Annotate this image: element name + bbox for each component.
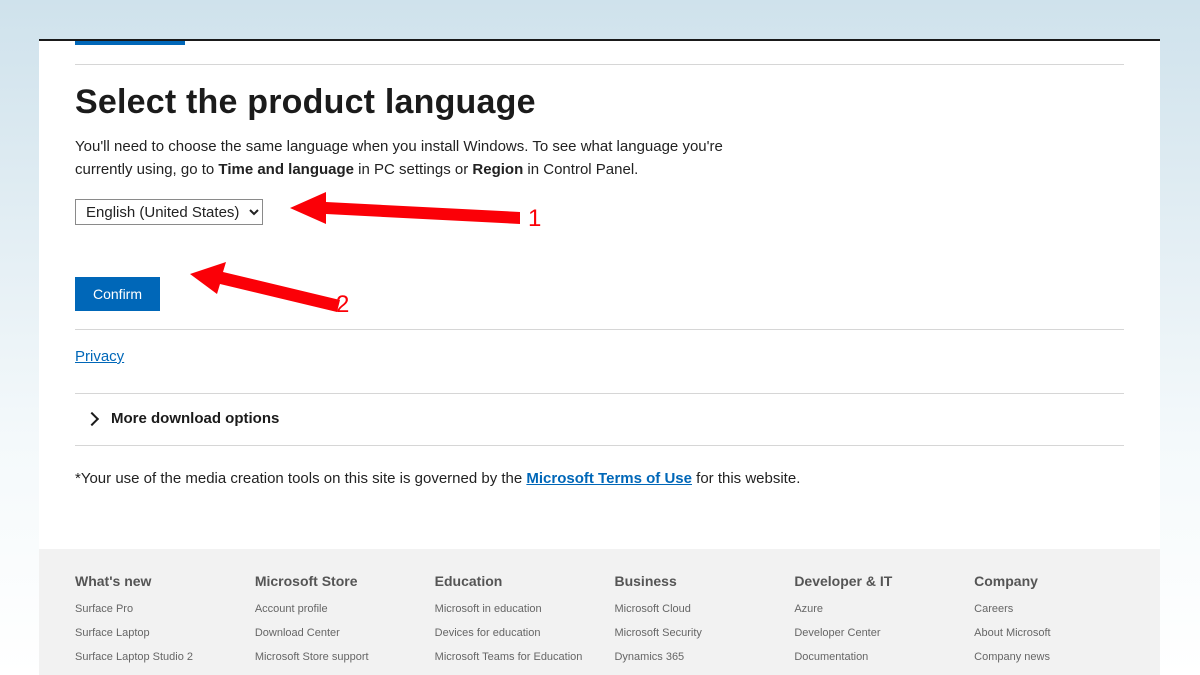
site-footer: What's new Surface Pro Surface Laptop Surfa… [39, 549, 1160, 675]
instruction-text: You'll need to choose the same language … [75, 136, 735, 181]
footer-column: Microsoft Store Account profile Download C… [255, 573, 405, 675]
footer-link[interactable]: Microsoft Teams for Education [435, 651, 585, 663]
chevron-right-icon [85, 411, 99, 425]
footer-heading: Business [614, 573, 764, 589]
footer-column: Education Microsoft in education Devices f… [435, 573, 585, 675]
footer-heading: Developer & IT [794, 573, 944, 589]
footer-link[interactable]: Surface Pro [75, 603, 225, 615]
footer-link[interactable]: About Microsoft [974, 627, 1124, 639]
confirm-button[interactable]: Confirm [75, 277, 160, 311]
terms-footnote: *Your use of the media creation tools on… [75, 470, 1124, 487]
divider [75, 329, 1124, 330]
footer-link[interactable]: Devices for education [435, 627, 585, 639]
footer-link[interactable]: Microsoft Cloud [614, 603, 764, 615]
desc-bold-region: Region [472, 161, 523, 178]
footer-heading: Company [974, 573, 1124, 589]
footer-link[interactable]: Account profile [255, 603, 405, 615]
footer-link[interactable]: Surface Laptop [75, 627, 225, 639]
footer-link[interactable]: Microsoft Security [614, 627, 764, 639]
page-container: Select the product language You'll need … [39, 39, 1160, 675]
footer-link[interactable]: Careers [974, 603, 1124, 615]
desc-bold-time-language: Time and language [218, 161, 354, 178]
footer-heading: What's new [75, 573, 225, 589]
footer-column: Developer & IT Azure Developer Center Docum… [794, 573, 944, 675]
footer-column: Business Microsoft Cloud Microsoft Securit… [614, 573, 764, 675]
footer-link[interactable]: Developer Center [794, 627, 944, 639]
footer-column: What's new Surface Pro Surface Laptop Surfa… [75, 573, 225, 675]
footer-heading: Microsoft Store [255, 573, 405, 589]
footnote-text: *Your use of the media creation tools on… [75, 470, 526, 487]
privacy-link[interactable]: Privacy [75, 348, 124, 365]
footer-link[interactable]: Azure [794, 603, 944, 615]
expander-label: More download options [111, 410, 279, 427]
language-select[interactable]: English (United States) [75, 199, 263, 225]
footer-link[interactable]: Surface Laptop Studio 2 [75, 651, 225, 663]
desc-text: in Control Panel. [523, 161, 638, 178]
footer-link[interactable]: Download Center [255, 627, 405, 639]
divider [75, 64, 1124, 65]
footer-heading: Education [435, 573, 585, 589]
page-title: Select the product language [75, 83, 1124, 122]
language-select-wrap: English (United States) [75, 199, 263, 225]
footer-column: Company Careers About Microsoft Company new… [974, 573, 1124, 675]
active-tab-indicator [75, 41, 185, 45]
footer-link[interactable]: Microsoft Store support [255, 651, 405, 663]
main-content: Select the product language You'll need … [39, 64, 1160, 487]
terms-of-use-link[interactable]: Microsoft Terms of Use [526, 470, 692, 487]
footer-link[interactable]: Dynamics 365 [614, 651, 764, 663]
more-download-options-expander[interactable]: More download options [75, 393, 1124, 446]
footnote-text: for this website. [692, 470, 800, 487]
footer-link[interactable]: Company news [974, 651, 1124, 663]
footer-link[interactable]: Documentation [794, 651, 944, 663]
footer-link[interactable]: Microsoft in education [435, 603, 585, 615]
desc-text: in PC settings or [354, 161, 472, 178]
